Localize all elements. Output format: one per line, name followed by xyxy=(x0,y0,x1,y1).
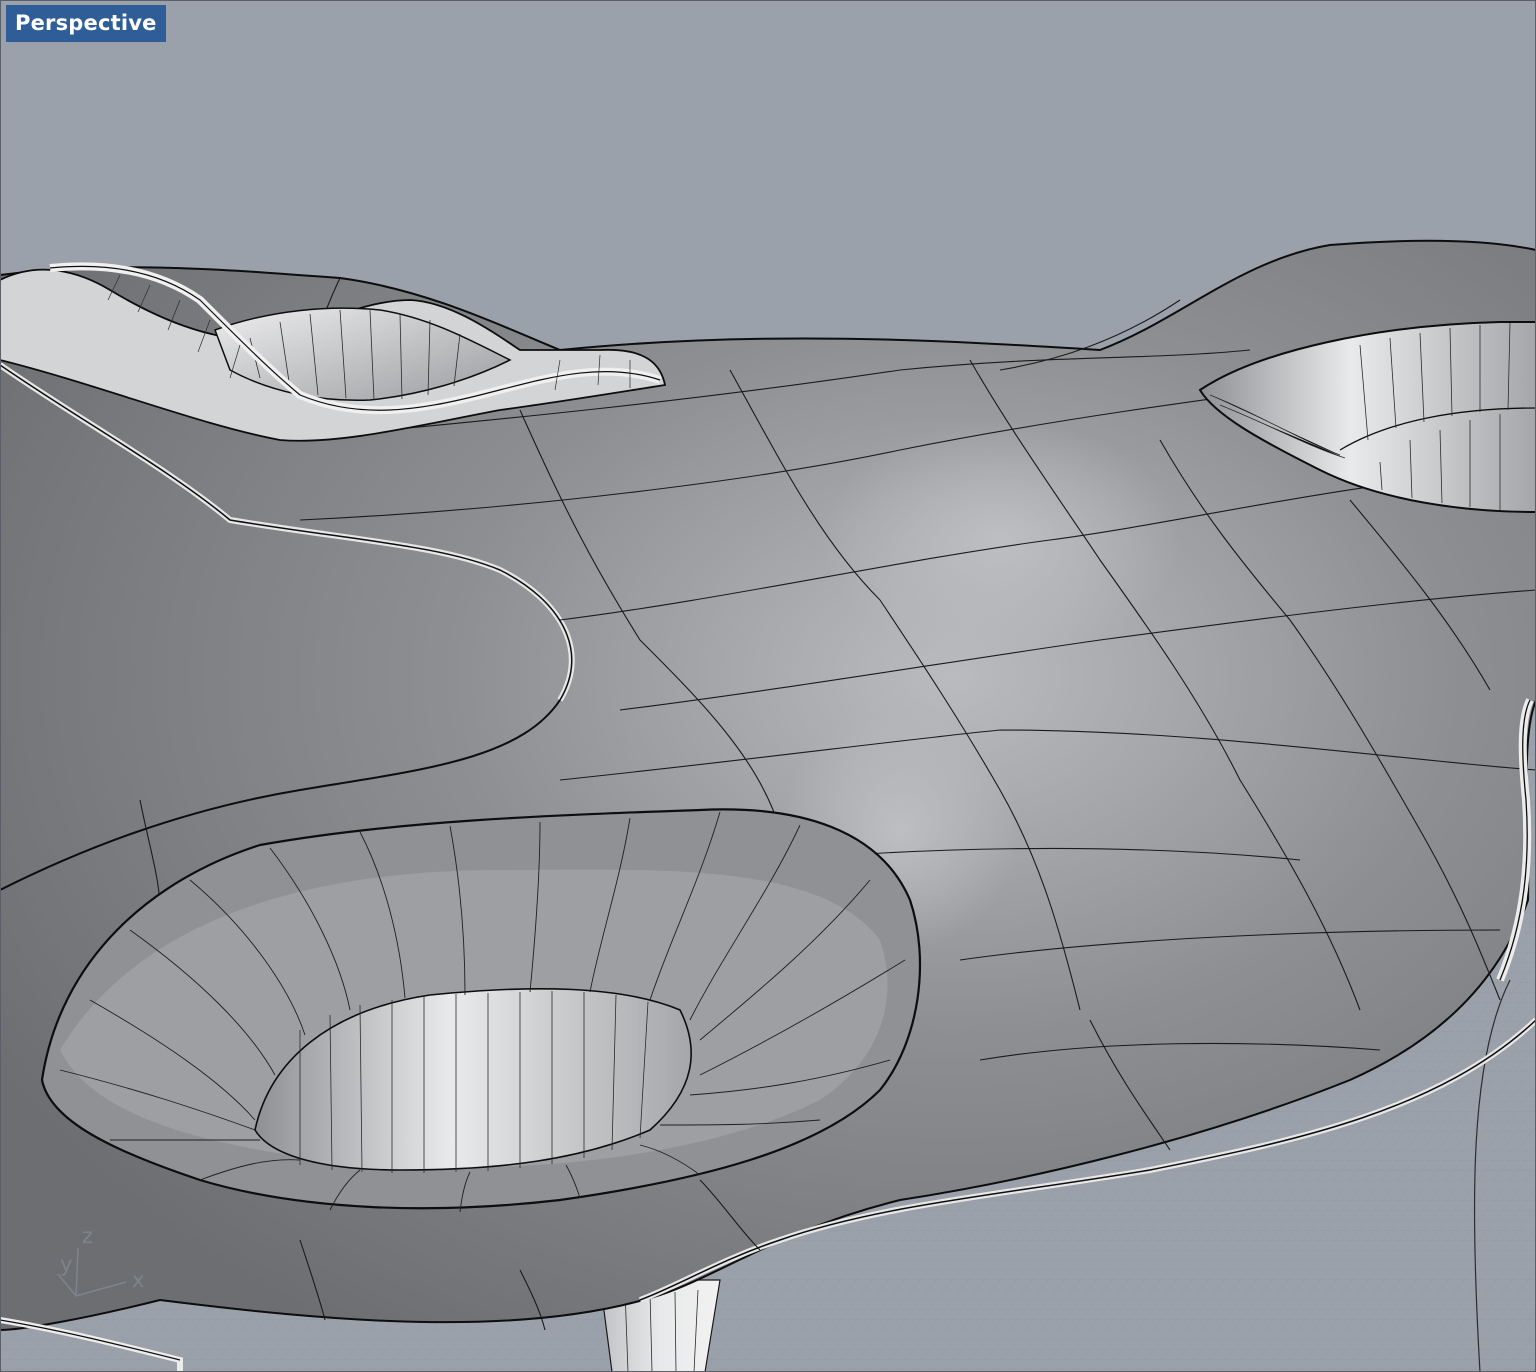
model-scene[interactable] xyxy=(0,0,1536,1372)
viewport-title-tab[interactable]: Perspective xyxy=(6,5,166,42)
axis-y-label: y xyxy=(60,1252,73,1276)
perspective-viewport[interactable]: Perspective x y z xyxy=(0,0,1536,1372)
axis-x-label: x xyxy=(132,1268,145,1292)
world-axes-icon: x y z xyxy=(44,1218,164,1308)
axis-z-label: z xyxy=(82,1224,94,1248)
